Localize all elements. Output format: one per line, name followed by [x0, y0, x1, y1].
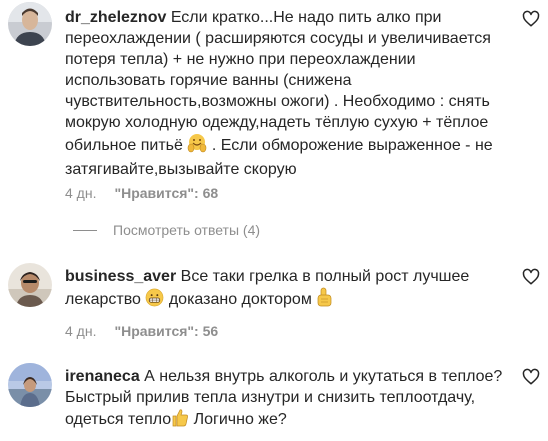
comment-text-line: Все таки грелка в полный рост лучшее [180, 268, 470, 285]
like-icon[interactable] [522, 10, 540, 28]
view-replies-label: Посмотреть ответы (4) [113, 222, 261, 238]
comment-text-line: мокрую холодную одежду,надеть тёплую сух… [65, 114, 489, 131]
comment-text-line: обильное питьё [65, 137, 183, 154]
comment-text: irenaneca А нельзя внутрь алкоголь и уку… [65, 366, 505, 433]
comment-text: dr_zheleznov Если кратко...Не надо пить … [65, 7, 505, 180]
avatar[interactable] [8, 2, 52, 46]
comment-text: business_aver Все таки грелка в полный р… [65, 266, 505, 313]
comment-text-line: затягивайте,вызывайте скорую [65, 161, 297, 178]
comment-time[interactable]: 4 дн. [65, 323, 96, 339]
comment-text-line: чувствительность,возможны ожоги) . Необх… [65, 93, 490, 110]
comment-likes[interactable]: "Нравится": 68 [114, 185, 218, 201]
comment-text-line: . Если обморожение выраженное - не [207, 137, 493, 154]
comment-text-line: Быстрый прилив тепла изнутри и снизить т… [65, 389, 476, 406]
comment-likes[interactable]: "Нравится": 56 [114, 323, 218, 339]
comment-text-line: доказано доктором [164, 291, 312, 308]
comment-text-line: потеря тепла) + не нужно при переохлажде… [65, 51, 416, 68]
avatar[interactable] [8, 363, 52, 407]
comment-time[interactable]: 4 дн. [65, 185, 96, 201]
grinning-face-emoji [145, 288, 164, 313]
comment-username[interactable]: irenaneca [65, 368, 140, 385]
comment-username[interactable]: dr_zheleznov [65, 9, 166, 26]
comment-text-line: использовать горячие ванны (снижена [65, 72, 352, 89]
replies-divider [73, 229, 97, 231]
avatar[interactable] [8, 263, 52, 307]
comment-username[interactable]: business_aver [65, 268, 176, 285]
comment-text-line: Если кратко...Не надо пить алко при [170, 9, 442, 26]
comment-text-line: А нельзя внутрь алкоголь и укутаться в т… [144, 368, 503, 385]
comment-text-line: Логично же? [189, 411, 287, 428]
comment-text-line: лекарство [65, 291, 141, 308]
comment-text-line: переохлаждении ( расширяются сосуды и ув… [65, 30, 491, 47]
comment-text-line: одеться тепло [65, 411, 172, 428]
hugging-face-emoji [187, 133, 207, 159]
backhand-index-pointing-left-emoji [316, 287, 332, 313]
comment-meta: 4 дн. "Нравится": 56 [65, 323, 218, 339]
view-replies-button[interactable]: Посмотреть ответы (4) [73, 222, 260, 238]
like-icon[interactable] [522, 368, 540, 386]
like-icon[interactable] [522, 268, 540, 286]
comment-meta: 4 дн. "Нравится": 68 [65, 185, 218, 201]
thumbs-up-emoji [171, 408, 189, 433]
